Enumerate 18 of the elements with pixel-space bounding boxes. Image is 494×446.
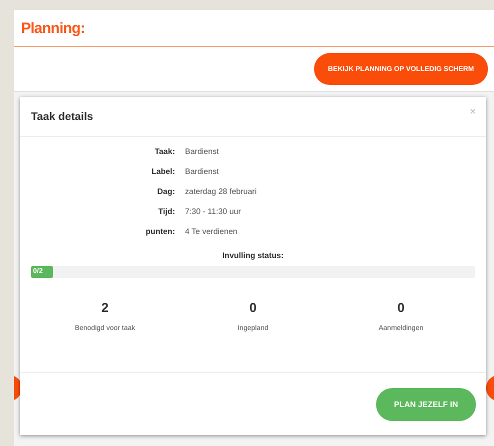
detail-value: Bardienst: [185, 147, 220, 156]
detail-label: Taak:: [154, 147, 175, 156]
close-button[interactable]: ×: [470, 106, 476, 118]
detail-label: Tijd:: [157, 207, 175, 216]
modal-title: Taak details: [31, 110, 94, 122]
plan-button[interactable]: PLAN JEZELF IN: [376, 388, 476, 420]
detail-label: Label:: [150, 167, 175, 176]
detail-value: zaterdag 28 februari: [185, 187, 258, 196]
detail-label: Dag:: [156, 187, 175, 196]
stat-value: 0: [249, 300, 257, 315]
stat-value: 2: [101, 300, 109, 315]
status-heading: Invulling status:: [221, 251, 285, 260]
detail-value: Bardienst: [185, 167, 220, 176]
stat-value: 0: [397, 300, 405, 315]
detail-label: punten:: [144, 227, 175, 236]
detail-value: 4 Te verdienen: [185, 227, 238, 236]
detail-value: 7:30 - 11:30 uur: [185, 207, 242, 216]
page-title: Planning:: [21, 20, 85, 36]
